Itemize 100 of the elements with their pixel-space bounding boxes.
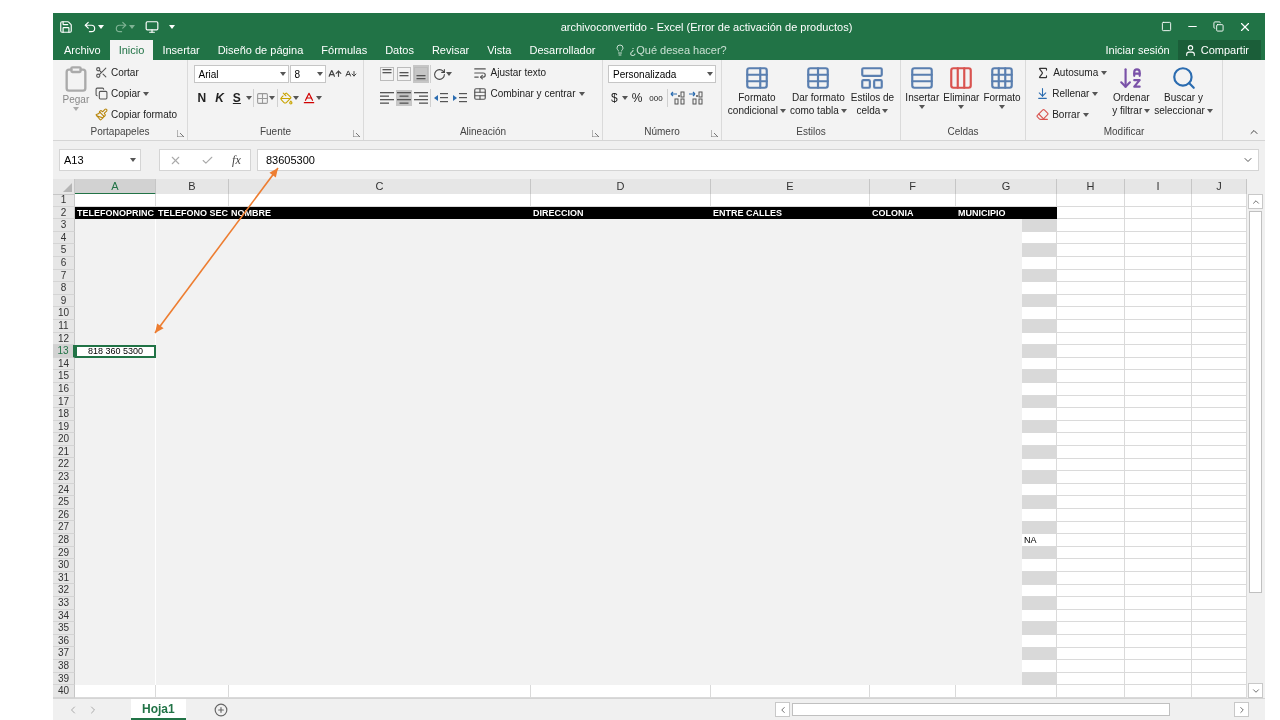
row-header[interactable]: 8: [53, 282, 75, 295]
vertical-align-button[interactable]: [413, 65, 430, 83]
sign-in-link[interactable]: Iniciar sesión: [1097, 40, 1178, 60]
merge-center-button[interactable]: Combinar y centrar: [471, 84, 587, 103]
sheet-tab[interactable]: Hoja1: [131, 699, 186, 720]
ribbon-tab[interactable]: Inicio: [109, 40, 154, 60]
group-label: Estilos: [795, 125, 827, 139]
fill-button[interactable]: Rellenar: [1034, 84, 1110, 103]
row-header[interactable]: 5: [53, 244, 75, 257]
row-header[interactable]: 20: [53, 433, 75, 446]
wrap-text-button[interactable]: Ajustar texto: [471, 63, 587, 82]
row-header[interactable]: 13: [53, 345, 75, 358]
column-header[interactable]: C: [229, 179, 531, 195]
row-header[interactable]: 18: [53, 408, 75, 421]
save-button[interactable]: [59, 19, 73, 34]
row-header[interactable]: 35: [53, 622, 75, 635]
ribbon-tab[interactable]: Archivo: [55, 40, 110, 60]
column-header[interactable]: E: [711, 179, 870, 195]
launcher-icon[interactable]: [177, 130, 184, 137]
row-header[interactable]: 22: [53, 458, 75, 472]
shaded-cell: [1022, 571, 1057, 585]
row-header[interactable]: 27: [53, 521, 75, 535]
row-header[interactable]: 32: [53, 584, 75, 597]
currency-button[interactable]: $: [608, 91, 621, 105]
column-header[interactable]: D: [531, 179, 711, 195]
format-painter-button[interactable]: Copiar formato: [92, 105, 180, 124]
row-header[interactable]: 33: [53, 597, 75, 610]
bold-button[interactable]: N: [193, 91, 211, 105]
active-cell[interactable]: 818 360 5300: [75, 345, 156, 358]
scrollbar-thumb[interactable]: [792, 703, 1170, 716]
tell-me-field[interactable]: ¿Qué desea hacer?: [629, 44, 750, 56]
ribbon-tab[interactable]: Desarrollador: [520, 40, 605, 60]
style-button[interactable]: Formato condicional: [726, 63, 787, 125]
table-cell-text: MUNICIPIO: [957, 207, 1007, 220]
column-header[interactable]: H: [1057, 179, 1125, 195]
underline-button[interactable]: S: [228, 91, 245, 105]
ribbon-tab[interactable]: Revisar: [422, 40, 479, 60]
italic-button[interactable]: K: [211, 91, 228, 105]
cells-button[interactable]: Eliminar: [942, 63, 981, 125]
autosum-button[interactable]: Autosuma: [1034, 63, 1110, 82]
ribbon-tab[interactable]: Fórmulas: [312, 40, 377, 60]
find-select-button[interactable]: Buscar y seleccionar: [1153, 63, 1214, 125]
launcher-icon[interactable]: [592, 130, 599, 137]
column-header[interactable]: G: [956, 179, 1057, 195]
caret-icon: [292, 96, 299, 100]
shaded-cell: [1022, 244, 1057, 257]
scrollbar-thumb[interactable]: [1249, 211, 1262, 593]
undo-button[interactable]: [83, 19, 104, 34]
clear-button[interactable]: Borrar: [1034, 105, 1110, 124]
column-header[interactable]: A: [75, 179, 156, 195]
share-button[interactable]: Compartir: [1177, 40, 1261, 60]
cells-button[interactable]: Insertar: [904, 63, 941, 125]
row-header[interactable]: 15: [53, 370, 75, 383]
decrease-decimal-button[interactable]: [686, 89, 704, 107]
row-header[interactable]: 28: [53, 534, 75, 547]
table-format-icon: [805, 65, 832, 91]
thousands-button[interactable]: 000: [646, 93, 666, 103]
cells-button[interactable]: Formato: [982, 63, 1022, 125]
percent-button[interactable]: %: [628, 91, 646, 105]
column-header[interactable]: B: [156, 179, 229, 195]
increase-decimal-button[interactable]: [668, 89, 686, 107]
insert-function-button[interactable]: fx: [232, 152, 241, 168]
person-icon: [1183, 43, 1197, 57]
style-button[interactable]: Dar formato como tabla: [788, 63, 848, 125]
sort-filter-button[interactable]: Ordenar y filtrar: [1111, 63, 1152, 125]
ribbon-tab[interactable]: Diseño de página: [208, 40, 313, 60]
column-header[interactable]: J: [1192, 179, 1247, 195]
formula-field[interactable]: 83605300: [257, 149, 1259, 171]
number-format-dropdown[interactable]: Personalizada: [608, 65, 716, 83]
copy-button[interactable]: Copiar: [92, 84, 180, 103]
row-header[interactable]: 37: [53, 647, 75, 660]
name-box[interactable]: A13: [59, 149, 141, 171]
row-header[interactable]: 25: [53, 496, 75, 509]
ribbon-tab[interactable]: Insertar: [153, 40, 209, 60]
vertical-align-button[interactable]: [379, 65, 396, 83]
ribbon-tab[interactable]: Vista: [478, 40, 521, 60]
vertical-align-button[interactable]: [396, 65, 413, 83]
row-header[interactable]: 23: [53, 471, 75, 484]
launcher-icon[interactable]: [711, 130, 718, 137]
shaded-cell: [1022, 319, 1057, 333]
row-header[interactable]: 3: [53, 219, 75, 232]
column-header[interactable]: I: [1125, 179, 1192, 195]
horizontal-align-button[interactable]: [396, 90, 413, 106]
new-sheet-icon[interactable]: [213, 702, 228, 717]
row-header[interactable]: 30: [53, 559, 75, 572]
cut-button[interactable]: Cortar: [92, 63, 180, 82]
font-name-dropdown[interactable]: Arial: [193, 65, 289, 83]
redo-button[interactable]: [114, 19, 135, 34]
row-header[interactable]: 40: [53, 685, 75, 698]
font-size-dropdown[interactable]: 8: [289, 65, 326, 83]
horizontal-align-button[interactable]: [413, 90, 430, 106]
caret-icon: [840, 109, 847, 113]
fill-color-button[interactable]: [278, 89, 300, 107]
launcher-icon[interactable]: [353, 130, 360, 137]
customize-button[interactable]: [169, 24, 175, 29]
column-header[interactable]: F: [870, 179, 956, 195]
style-button[interactable]: Estilos de celda: [849, 63, 896, 125]
row-header[interactable]: 10: [53, 307, 75, 320]
horizontal-align-button[interactable]: [379, 90, 396, 106]
ribbon-tab[interactable]: Datos: [376, 40, 423, 60]
